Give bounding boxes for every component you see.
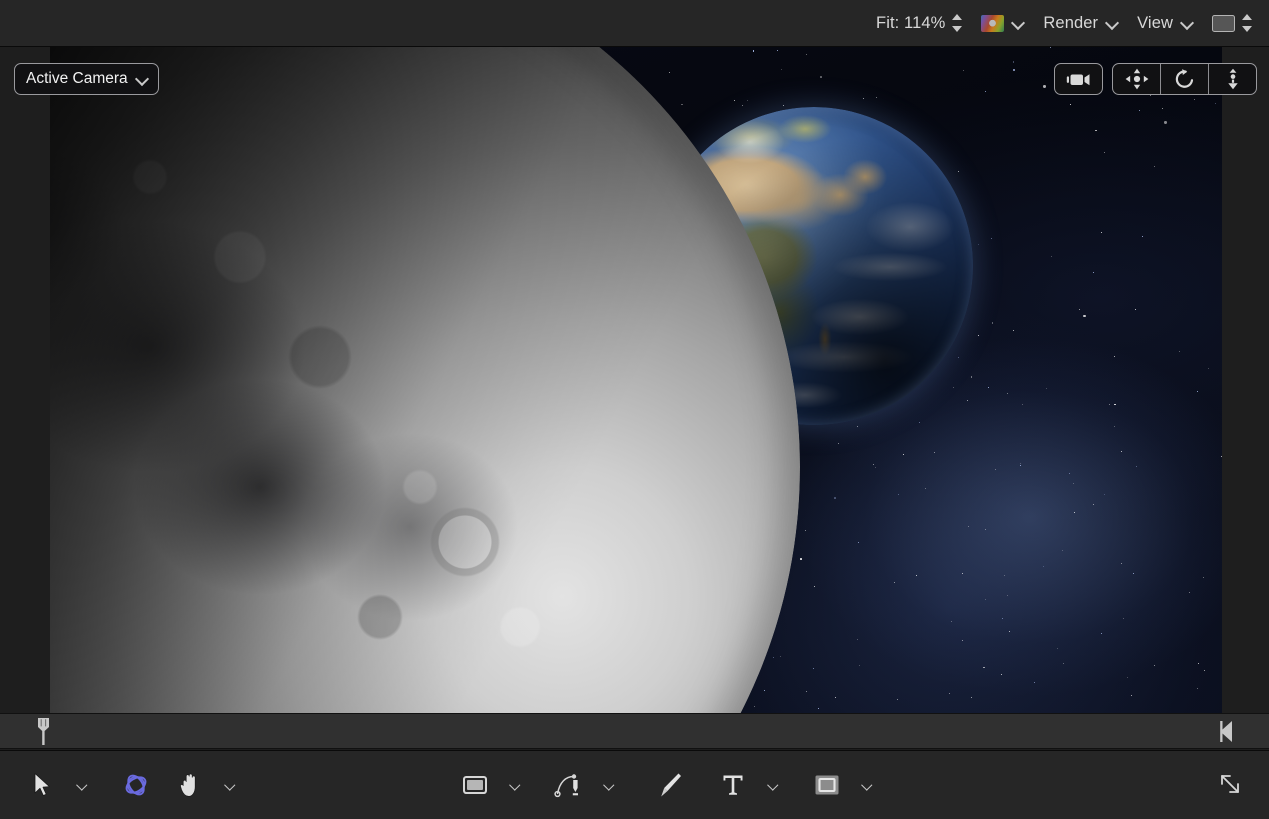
bottom-toolbar-center-group	[455, 751, 887, 819]
canvas-range-bar[interactable]	[0, 713, 1269, 749]
bottom-toolbar	[0, 750, 1269, 819]
mask-rectangle-icon	[813, 773, 841, 797]
zoom-level-label: Fit: 114%	[876, 14, 945, 33]
camera-tool-button[interactable]	[1055, 64, 1102, 94]
viewport-layout-control[interactable]	[1203, 0, 1269, 46]
shape-tool-button[interactable]	[455, 762, 495, 808]
navigation-tools-group	[1112, 63, 1257, 95]
paintbrush-icon	[658, 771, 684, 799]
camera-tool-group	[1054, 63, 1103, 95]
viewport-rectangle-icon	[1212, 15, 1235, 32]
view-3d-controls	[1054, 63, 1257, 95]
bottom-toolbar-right-group	[1211, 751, 1251, 819]
paint-stroke-tool-button[interactable]	[651, 762, 691, 808]
3d-transform-tool-button[interactable]	[116, 762, 156, 808]
text-tool-button[interactable]	[713, 762, 753, 808]
active-camera-popup[interactable]: Active Camera	[14, 63, 159, 95]
layout-stepper-icon[interactable]	[1242, 13, 1253, 33]
color-swatch-icon	[981, 15, 1004, 32]
text-t-icon	[721, 772, 745, 798]
bezier-tool-menu[interactable]	[589, 762, 629, 808]
range-handle-right[interactable]	[1219, 718, 1234, 745]
zoom-level-control[interactable]: Fit: 114%	[867, 0, 972, 46]
pan-view-tool-button[interactable]	[170, 762, 210, 808]
select-tool-menu[interactable]	[62, 762, 102, 808]
chevron-down-icon	[225, 780, 236, 791]
motion-canvas-window: Fit: 114% Render View	[0, 0, 1269, 819]
chevron-down-icon	[1181, 17, 1194, 30]
canvas-area[interactable]: Active Camera	[0, 47, 1269, 713]
range-track[interactable]	[0, 714, 1269, 748]
orbit-sphere-icon	[122, 771, 150, 799]
chevron-down-icon	[1012, 17, 1025, 30]
pen-icon	[554, 772, 584, 798]
background-color-popup[interactable]	[972, 0, 1034, 46]
moon-rim-light	[50, 47, 800, 713]
chevron-down-icon	[77, 780, 88, 791]
render-menu[interactable]: Render	[1034, 0, 1128, 46]
mask-tool-menu[interactable]	[847, 762, 887, 808]
dolly-icon	[1225, 68, 1241, 90]
pan-icon	[1125, 68, 1149, 90]
select-tool-button[interactable]	[22, 762, 62, 808]
view-menu-label: View	[1137, 14, 1173, 33]
chevron-down-icon	[768, 780, 779, 791]
arrow-cursor-icon	[32, 772, 52, 798]
orbit-icon	[1174, 68, 1196, 90]
dolly-tool-button[interactable]	[1209, 64, 1256, 94]
active-camera-label: Active Camera	[26, 70, 128, 88]
bottom-toolbar-left-group	[22, 751, 250, 819]
view-menu[interactable]: View	[1128, 0, 1203, 46]
hand-icon	[178, 772, 202, 798]
diagonal-resize-icon	[1216, 770, 1246, 800]
range-handle-left[interactable]	[36, 718, 51, 745]
shape-tool-menu[interactable]	[495, 762, 535, 808]
moon-sphere	[50, 47, 800, 713]
chevron-down-icon	[136, 73, 149, 86]
top-toolbar: Fit: 114% Render View	[0, 0, 1269, 47]
top-toolbar-right-group: Fit: 114% Render View	[867, 0, 1269, 46]
render-menu-label: Render	[1043, 14, 1098, 33]
render-preview-image[interactable]	[50, 47, 1222, 713]
chevron-down-icon	[604, 780, 615, 791]
pan-view-tool-menu[interactable]	[210, 762, 250, 808]
zoom-stepper-icon[interactable]	[952, 13, 963, 33]
text-tool-menu[interactable]	[753, 762, 793, 808]
mask-tool-button[interactable]	[807, 762, 847, 808]
bezier-tool-button[interactable]	[549, 762, 589, 808]
chevron-down-icon	[862, 780, 873, 791]
camera-icon	[1066, 71, 1091, 88]
rectangle-icon	[461, 774, 489, 796]
range-start-marker-icon	[36, 718, 51, 745]
orbit-tool-button[interactable]	[1161, 64, 1209, 94]
chevron-down-icon	[1106, 17, 1119, 30]
chevron-down-icon	[510, 780, 521, 791]
pan-tool-button[interactable]	[1113, 64, 1161, 94]
resize-canvas-tool-button[interactable]	[1211, 762, 1251, 808]
range-end-marker-icon	[1219, 718, 1234, 745]
